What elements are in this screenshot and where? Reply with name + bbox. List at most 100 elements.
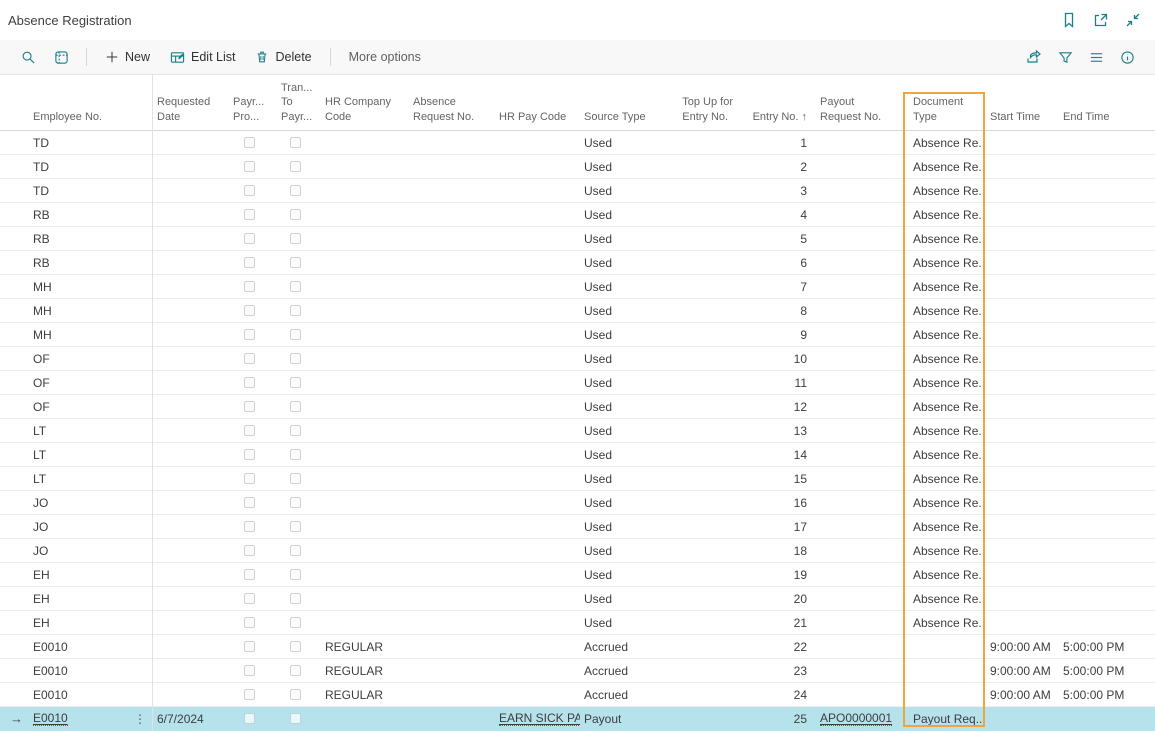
cell-transferred_to_payroll[interactable] bbox=[273, 323, 317, 346]
value-employee_no[interactable]: E0010 bbox=[33, 711, 68, 726]
cell-payout_request_no[interactable] bbox=[812, 515, 903, 538]
cell-end_time[interactable] bbox=[1058, 443, 1130, 466]
cell-payout_request_no[interactable] bbox=[812, 467, 903, 490]
cell-top_up_for_entry_no[interactable] bbox=[660, 563, 740, 586]
new-button[interactable]: New bbox=[95, 43, 160, 71]
cell-employee_no[interactable]: EH bbox=[28, 563, 152, 586]
cell-hr_company_code[interactable] bbox=[317, 611, 407, 634]
cell-absence_request_no[interactable] bbox=[407, 467, 497, 490]
cell-absence_request_no[interactable] bbox=[407, 275, 497, 298]
cell-employee_no[interactable]: RB bbox=[28, 227, 152, 250]
cell-hr_pay_code[interactable] bbox=[497, 563, 580, 586]
table-row[interactable]: E0010REGULARAccrued239:00:00 AM5:00:00 P… bbox=[0, 659, 1155, 683]
cell-hr_company_code[interactable] bbox=[317, 707, 407, 730]
transferred_to_payroll-checkbox[interactable] bbox=[290, 185, 301, 196]
cell-hr_pay_code[interactable] bbox=[497, 155, 580, 178]
cell-hr_pay_code[interactable] bbox=[497, 323, 580, 346]
cell-end_time[interactable] bbox=[1058, 275, 1130, 298]
payroll_processed-checkbox[interactable] bbox=[244, 545, 255, 556]
cell-payout_request_no[interactable] bbox=[812, 227, 903, 250]
cell-start_time[interactable] bbox=[985, 443, 1058, 466]
cell-document_type[interactable]: Absence Re... bbox=[903, 419, 985, 442]
transferred_to_payroll-checkbox[interactable] bbox=[290, 593, 301, 604]
transferred_to_payroll-checkbox[interactable] bbox=[290, 161, 301, 172]
cell-end_time[interactable] bbox=[1058, 539, 1130, 562]
cell-end_time[interactable] bbox=[1058, 395, 1130, 418]
value-entry_no[interactable]: 25 bbox=[794, 712, 807, 726]
cell-requested_date[interactable] bbox=[152, 347, 225, 370]
transferred_to_payroll-checkbox[interactable] bbox=[290, 401, 301, 412]
cell-entry_no[interactable]: 16 bbox=[740, 491, 812, 514]
cell-hr_company_code[interactable] bbox=[317, 515, 407, 538]
cell-requested_date[interactable] bbox=[152, 443, 225, 466]
cell-end_time[interactable]: 5:00:00 PM bbox=[1058, 659, 1130, 682]
share-button[interactable] bbox=[1018, 43, 1050, 71]
column-header-hr_company_code[interactable]: HR Company Code bbox=[317, 75, 407, 130]
cell-end_time[interactable] bbox=[1058, 371, 1130, 394]
table-row[interactable]: LTUsed14Absence Re... bbox=[0, 443, 1155, 467]
more-options-button[interactable]: More options bbox=[339, 43, 431, 71]
cell-hr_pay_code[interactable] bbox=[497, 587, 580, 610]
transferred_to_payroll-checkbox[interactable] bbox=[290, 353, 301, 364]
payroll_processed-checkbox[interactable] bbox=[244, 329, 255, 340]
cell-start_time[interactable] bbox=[985, 179, 1058, 202]
cell-end_time[interactable] bbox=[1058, 131, 1130, 154]
cell-entry_no[interactable]: 12 bbox=[740, 395, 812, 418]
cell-source_type[interactable]: Used bbox=[580, 251, 660, 274]
cell-entry_no[interactable]: 3 bbox=[740, 179, 812, 202]
cell-requested_date[interactable] bbox=[152, 227, 225, 250]
cell-payout_request_no[interactable] bbox=[812, 395, 903, 418]
cell-source_type[interactable]: Used bbox=[580, 443, 660, 466]
payroll_processed-checkbox[interactable] bbox=[244, 449, 255, 460]
cell-hr_pay_code[interactable] bbox=[497, 659, 580, 682]
cell-start_time[interactable] bbox=[985, 299, 1058, 322]
transferred_to_payroll-checkbox[interactable] bbox=[290, 425, 301, 436]
cell-absence_request_no[interactable] bbox=[407, 131, 497, 154]
cell-start_time[interactable]: 9:00:00 AM bbox=[985, 683, 1058, 706]
cell-end_time[interactable] bbox=[1058, 179, 1130, 202]
cell-absence_request_no[interactable] bbox=[407, 371, 497, 394]
cell-employee_no[interactable]: JO bbox=[28, 491, 152, 514]
cell-payout_request_no[interactable] bbox=[812, 587, 903, 610]
transferred_to_payroll-checkbox[interactable] bbox=[290, 497, 301, 508]
cell-transferred_to_payroll[interactable] bbox=[273, 443, 317, 466]
cell-payout_request_no[interactable] bbox=[812, 371, 903, 394]
cell-source_type[interactable]: Accrued bbox=[580, 635, 660, 658]
cell-absence_request_no[interactable] bbox=[407, 203, 497, 226]
cell-requested_date[interactable] bbox=[152, 467, 225, 490]
cell-document_type[interactable]: Absence Re... bbox=[903, 395, 985, 418]
value-requested_date[interactable]: 6/7/2024 bbox=[157, 712, 204, 726]
payroll_processed-checkbox[interactable] bbox=[244, 473, 255, 484]
cell-start_time[interactable] bbox=[985, 707, 1058, 730]
cell-employee_no[interactable]: MH bbox=[28, 323, 152, 346]
table-row[interactable]: JOUsed18Absence Re... bbox=[0, 539, 1155, 563]
cell-hr_company_code[interactable]: REGULAR bbox=[317, 635, 407, 658]
cell-transferred_to_payroll[interactable] bbox=[273, 563, 317, 586]
analyze-button[interactable] bbox=[45, 43, 78, 71]
cell-start_time[interactable] bbox=[985, 131, 1058, 154]
cell-transferred_to_payroll[interactable] bbox=[273, 707, 317, 730]
cell-entry_no[interactable]: 1 bbox=[740, 131, 812, 154]
cell-payout_request_no[interactable] bbox=[812, 563, 903, 586]
transferred_to_payroll-checkbox[interactable] bbox=[290, 617, 301, 628]
row-options-kebab-icon[interactable]: ⋮ bbox=[130, 707, 150, 730]
cell-start_time[interactable] bbox=[985, 515, 1058, 538]
cell-transferred_to_payroll[interactable] bbox=[273, 227, 317, 250]
cell-hr_company_code[interactable] bbox=[317, 275, 407, 298]
table-row[interactable]: EHUsed19Absence Re... bbox=[0, 563, 1155, 587]
cell-transferred_to_payroll[interactable] bbox=[273, 611, 317, 634]
cell-absence_request_no[interactable] bbox=[407, 515, 497, 538]
cell-absence_request_no[interactable] bbox=[407, 563, 497, 586]
cell-employee_no[interactable]: LT bbox=[28, 467, 152, 490]
cell-payout_request_no[interactable] bbox=[812, 419, 903, 442]
table-row[interactable]: E0010REGULARAccrued229:00:00 AM5:00:00 P… bbox=[0, 635, 1155, 659]
cell-start_time[interactable] bbox=[985, 371, 1058, 394]
cell-transferred_to_payroll[interactable] bbox=[273, 347, 317, 370]
cell-payout_request_no[interactable] bbox=[812, 659, 903, 682]
cell-document_type[interactable]: Absence Re... bbox=[903, 251, 985, 274]
cell-requested_date[interactable] bbox=[152, 539, 225, 562]
cell-hr_company_code[interactable] bbox=[317, 323, 407, 346]
cell-payout_request_no[interactable] bbox=[812, 611, 903, 634]
cell-payroll_processed[interactable] bbox=[225, 203, 273, 226]
cell-employee_no[interactable]: E0010 bbox=[28, 683, 152, 706]
